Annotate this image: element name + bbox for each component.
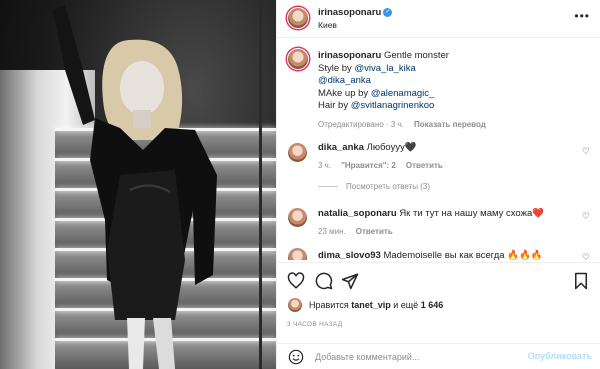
comment-username[interactable]: dika_anka xyxy=(318,142,364,153)
caption-line-4-prefix: MAke up by xyxy=(318,87,371,99)
commenter-avatar[interactable] xyxy=(288,143,307,162)
author-avatar[interactable] xyxy=(287,7,309,29)
commenter-avatar[interactable] xyxy=(288,248,307,260)
liker-avatar[interactable] xyxy=(288,298,302,312)
emoji-icon[interactable] xyxy=(288,349,304,365)
post-timestamp[interactable]: 3 ЧАСОВ НАЗАД xyxy=(287,321,342,328)
comment-text: Як ти тут на нашу маму схожа❤️ xyxy=(399,208,545,219)
caption-line-5-prefix: Hair by xyxy=(318,100,351,111)
comment-time: 3 ч. xyxy=(318,160,332,170)
instagram-post: irinasoponaru ✓ Киев ••• irinasoponaru Ge… xyxy=(0,0,600,369)
caption-line-2-prefix: Style by xyxy=(318,62,355,74)
comment-text: Любоууу🖤 xyxy=(366,142,417,153)
author-username[interactable]: irinasoponaru xyxy=(318,7,381,18)
view-replies-button[interactable]: Посмотреть ответы (3) xyxy=(318,182,430,191)
comment-like-heart-icon[interactable]: ♡ xyxy=(582,252,590,260)
reply-button[interactable]: Ответить xyxy=(356,227,393,236)
post-details-panel: irinasoponaru ✓ Киев ••• irinasoponaru Ge… xyxy=(276,0,600,369)
mention-link[interactable]: @viva_la_kika xyxy=(354,63,415,74)
caption-line-1: Gentle monster xyxy=(383,50,449,61)
publish-comment-button[interactable]: Опубликовать xyxy=(528,351,592,361)
comment-icon[interactable] xyxy=(315,272,333,290)
likes-summary: Нравится tanet_vip и ещё 1 646 xyxy=(277,297,600,317)
comment-input[interactable] xyxy=(315,350,515,364)
caption-avatar[interactable] xyxy=(287,48,309,70)
comment-item: natalia_soponaru Як ти тут на нашу маму … xyxy=(318,208,578,238)
caption-username[interactable]: irinasoponaru xyxy=(318,50,381,61)
add-comment-bar: Опубликовать xyxy=(277,343,600,369)
caption-edited-time: Отредактировано · 3 ч. xyxy=(318,119,404,129)
show-translation-link[interactable]: Показать перевод xyxy=(414,120,486,129)
comment-item: dika_anka Любоууу🖤 3 ч. "Нравится": 2 Отве… xyxy=(318,142,578,172)
comment-like-heart-icon[interactable]: ♡ xyxy=(582,211,590,222)
comment-text: Mademoiselle вы как всегда 🔥🔥🔥 xyxy=(383,250,543,260)
verified-badge-icon: ✓ xyxy=(383,7,393,17)
photo-person xyxy=(53,5,217,369)
save-bookmark-icon[interactable] xyxy=(572,272,590,290)
post-header: irinasoponaru ✓ Киев ••• xyxy=(277,0,600,38)
likes-prefix: Нравится xyxy=(309,300,352,310)
like-heart-icon[interactable] xyxy=(287,272,305,290)
more-horizontal-icon[interactable]: ••• xyxy=(574,9,590,23)
caption: irinasoponaru Gentle monster Style by @v… xyxy=(318,50,588,131)
comment-item: dima_slovo93 Mademoiselle вы как всегда … xyxy=(318,250,578,260)
comments-section: irinasoponaru Gentle monster Style by @v… xyxy=(277,38,600,260)
photo-railing xyxy=(259,0,262,369)
likes-middle: и ещё xyxy=(390,300,421,310)
commenter-avatar[interactable] xyxy=(288,208,307,227)
share-send-icon[interactable] xyxy=(341,272,359,290)
comment-like-heart-icon[interactable]: ♡ xyxy=(582,146,590,157)
post-photo[interactable] xyxy=(0,0,276,369)
author-info: irinasoponaru ✓ Киев xyxy=(318,7,393,30)
comment-username[interactable]: natalia_soponaru xyxy=(318,208,397,219)
reply-button[interactable]: Ответить xyxy=(406,161,443,170)
mention-link[interactable]: @dika_anka xyxy=(318,75,371,86)
mention-link[interactable]: @alenamagic_ xyxy=(371,88,435,99)
liker-username[interactable]: tanet_vip xyxy=(351,300,391,310)
mention-link[interactable]: @svitlanagrinenkoo xyxy=(351,100,435,111)
comment-time: 23 мин. xyxy=(318,226,346,236)
post-actions-bar xyxy=(277,262,600,302)
view-replies-label: Посмотреть ответы (3) xyxy=(346,182,431,191)
likes-count[interactable]: 1 646 xyxy=(421,300,444,310)
comment-username[interactable]: dima_slovo93 xyxy=(318,250,381,260)
comment-likes[interactable]: "Нравится": 2 xyxy=(341,161,396,170)
post-location[interactable]: Киев xyxy=(318,20,392,30)
